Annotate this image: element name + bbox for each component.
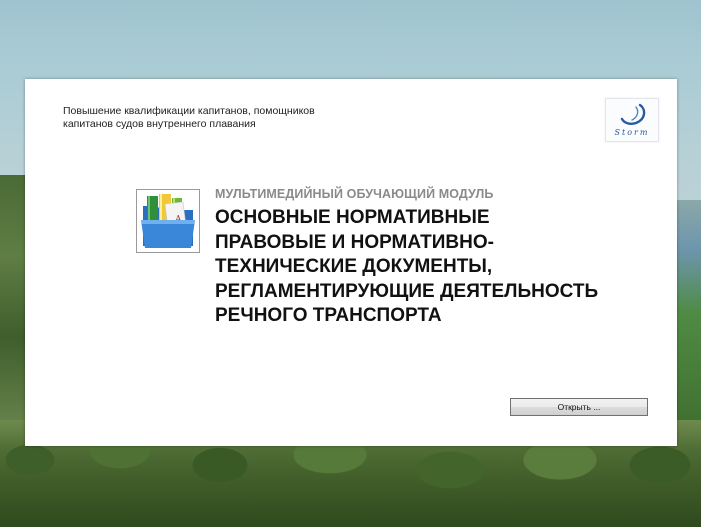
course-subtitle-line-2: капитанов судов внутреннего плавания bbox=[63, 118, 256, 130]
module-title-line-4: РЕГЛАМЕНТИРУЮЩИЕ ДЕЯТЕЛЬНОСТЬ bbox=[215, 280, 599, 302]
course-subtitle: Повышение квалификации капитанов, помощн… bbox=[63, 105, 363, 131]
desktop-background: Повышение квалификации капитанов, помощн… bbox=[0, 0, 701, 527]
storm-logo: Storm bbox=[605, 98, 659, 142]
module-title-line-3: ТЕХНИЧЕСКИЕ ДОКУМЕНТЫ, bbox=[215, 256, 493, 277]
books-folder-icon: A bbox=[136, 189, 200, 253]
launcher-window: Повышение квалификации капитанов, помощн… bbox=[25, 79, 677, 446]
module-title-line-5: РЕЧНОГО ТРАНСПОРТА bbox=[215, 305, 442, 326]
course-subtitle-line-1: Повышение квалификации капитанов, помощн… bbox=[63, 105, 315, 117]
storm-logo-icon: Storm bbox=[615, 103, 650, 137]
open-button[interactable]: Открыть ... bbox=[510, 398, 648, 416]
trees-left-background bbox=[0, 175, 26, 445]
trees-right-background bbox=[676, 200, 701, 450]
storm-logo-text: Storm bbox=[615, 128, 650, 137]
module-type-label: МУЛЬТИМЕДИЙНЫЙ ОБУЧАЮЩИЙ МОДУЛЬ bbox=[215, 187, 494, 201]
module-title: ОСНОВНЫЕ НОРМАТИВНЫЕ ПРАВОВЫЕ И НОРМАТИВ… bbox=[215, 206, 655, 329]
module-title-line-2: ПРАВОВЫЕ И НОРМАТИВНО- bbox=[215, 231, 494, 253]
module-title-line-1: ОСНОВНЫЕ НОРМАТИВНЫЕ bbox=[215, 207, 490, 228]
